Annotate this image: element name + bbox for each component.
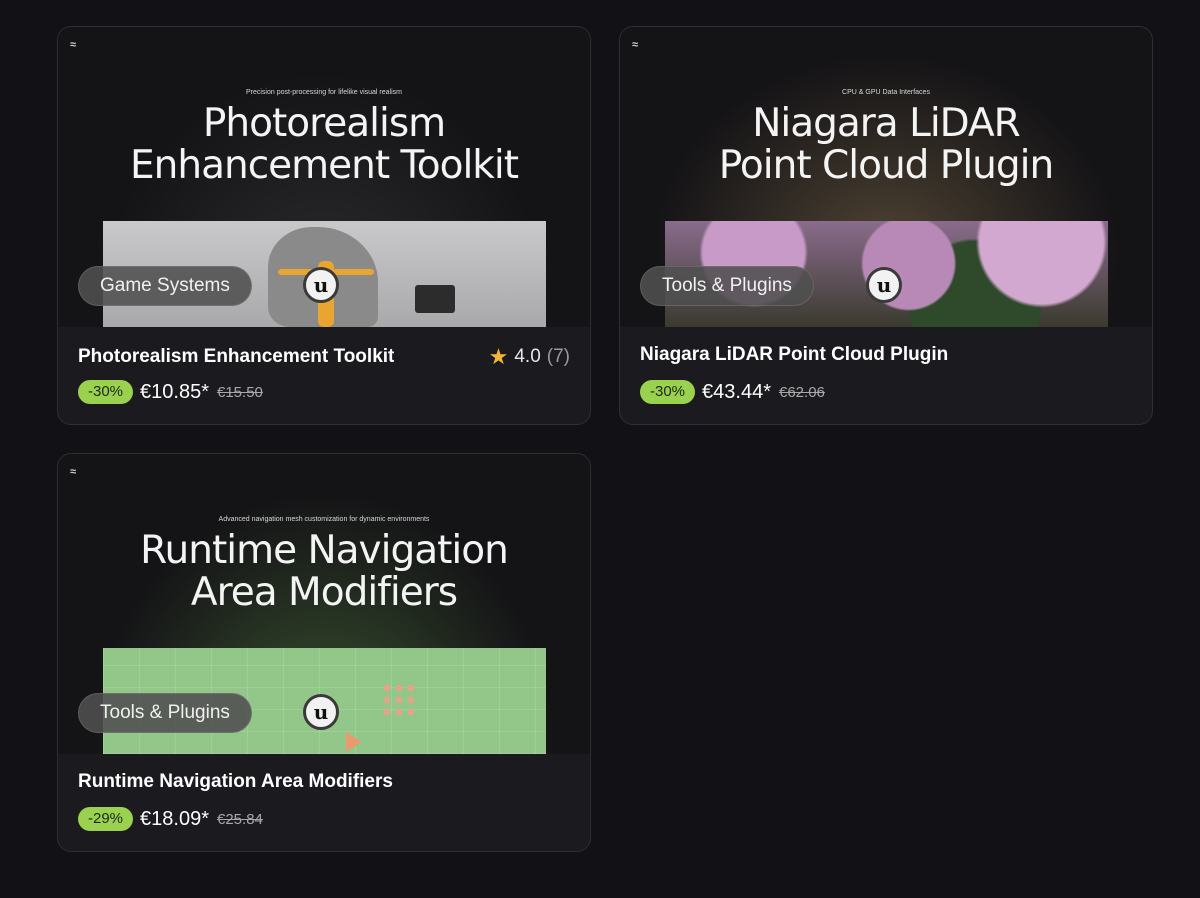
product-title[interactable]: Runtime Navigation Area Modifiers bbox=[78, 771, 393, 793]
category-tag[interactable]: Tools & Plugins bbox=[640, 266, 814, 306]
discount-badge: -30% bbox=[78, 380, 134, 404]
discount-badge: -29% bbox=[78, 807, 134, 831]
product-thumbnail[interactable]: ≈ Advanced navigation mesh customization… bbox=[58, 454, 590, 754]
current-price: €10.85* bbox=[140, 380, 209, 403]
product-title[interactable]: Niagara LiDAR Point Cloud Plugin bbox=[640, 344, 948, 366]
thumbnail-title: Niagara LiDAR Point Cloud Plugin bbox=[620, 103, 1152, 187]
brand-mark-icon: ≈ bbox=[70, 466, 76, 478]
thumbnail-subtitle: Advanced navigation mesh customization f… bbox=[218, 516, 430, 523]
price-row: -29% €18.09* €25.84 bbox=[78, 807, 263, 831]
thumbnail-title-line: Point Cloud Plugin bbox=[718, 143, 1054, 188]
thumbnail-title: Photorealism Enhancement Toolkit bbox=[58, 103, 590, 187]
thumbnail-title-line: Niagara LiDAR bbox=[752, 101, 1021, 146]
thumbnail-subtitle: CPU & GPU Data Interfaces bbox=[842, 89, 930, 96]
thumbnail-title-line: Area Modifiers bbox=[190, 570, 458, 615]
product-title[interactable]: Photorealism Enhancement Toolkit bbox=[78, 346, 394, 368]
category-tag[interactable]: Game Systems bbox=[78, 266, 252, 306]
brand-mark-icon: ≈ bbox=[70, 39, 76, 51]
thumbnail-title-line: Runtime Navigation bbox=[140, 528, 509, 573]
rating-count: (7) bbox=[546, 346, 570, 367]
thumbnail-title: Runtime Navigation Area Modifiers bbox=[58, 530, 590, 614]
price-row: -30% €43.44* €62.06 bbox=[640, 380, 825, 404]
price-row: -30% €10.85* €15.50 bbox=[78, 380, 263, 404]
nav-cone-shape bbox=[346, 732, 362, 752]
title-row: Runtime Navigation Area Modifiers bbox=[78, 771, 570, 793]
title-row: Photorealism Enhancement Toolkit ★ 4.0 (… bbox=[78, 344, 570, 370]
rating: ★ 4.0 (7) bbox=[489, 344, 570, 370]
product-card[interactable]: ≈ Precision post-processing for lifelike… bbox=[57, 26, 591, 425]
unreal-engine-icon: u bbox=[303, 694, 339, 730]
nav-dots-shape bbox=[381, 682, 415, 716]
thumbnail-title-line: Enhancement Toolkit bbox=[130, 143, 519, 188]
box-shape bbox=[415, 285, 455, 313]
product-thumbnail[interactable]: ≈ Precision post-processing for lifelike… bbox=[58, 27, 590, 327]
current-price: €43.44* bbox=[702, 380, 771, 403]
category-tag[interactable]: Tools & Plugins bbox=[78, 693, 252, 733]
thumbnail-subtitle: Precision post-processing for lifelike v… bbox=[245, 89, 402, 96]
discount-badge: -30% bbox=[640, 380, 696, 404]
star-icon: ★ bbox=[488, 344, 509, 369]
original-price: €15.50 bbox=[217, 383, 263, 401]
product-thumbnail[interactable]: ≈ CPU & GPU Data Interfaces Niagara LiDA… bbox=[620, 27, 1152, 327]
product-card[interactable]: ≈ CPU & GPU Data Interfaces Niagara LiDA… bbox=[619, 26, 1153, 425]
rating-value: 4.0 bbox=[514, 346, 541, 367]
brand-mark-icon: ≈ bbox=[632, 39, 638, 51]
current-price: €18.09* bbox=[140, 807, 209, 830]
product-card[interactable]: ≈ Advanced navigation mesh customization… bbox=[57, 453, 591, 852]
original-price: €25.84 bbox=[217, 810, 263, 828]
unreal-engine-icon: u bbox=[866, 267, 902, 303]
title-row: Niagara LiDAR Point Cloud Plugin bbox=[640, 344, 1132, 366]
original-price: €62.06 bbox=[779, 383, 825, 401]
thumbnail-title-line: Photorealism bbox=[202, 101, 446, 146]
unreal-engine-icon: u bbox=[303, 267, 339, 303]
